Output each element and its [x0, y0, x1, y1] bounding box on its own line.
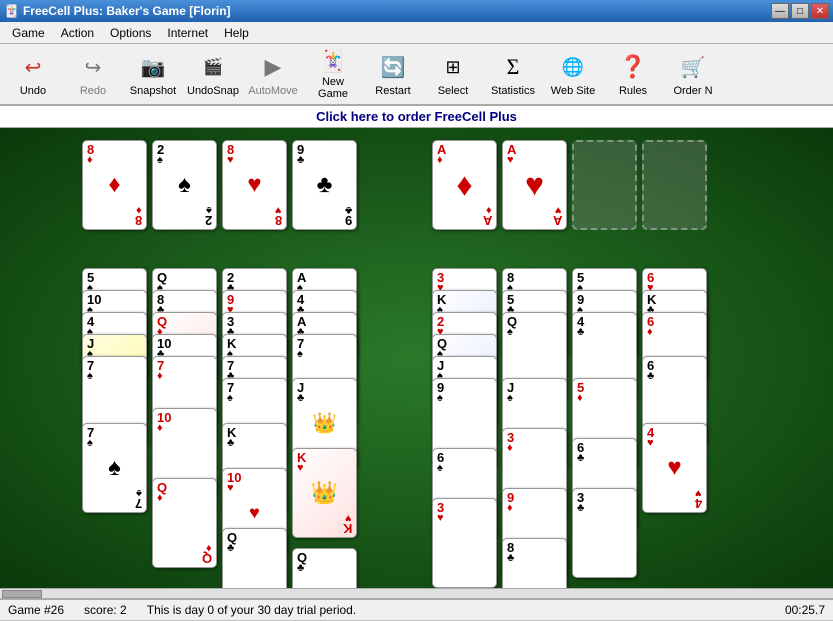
trial-message: This is day 0 of your 30 day trial perio…: [147, 603, 356, 617]
col5-card8[interactable]: 3 ♥: [432, 498, 497, 588]
game-number: Game #26: [8, 603, 64, 617]
snapshot-button[interactable]: 📷 Snapshot: [124, 46, 182, 102]
freecell-2[interactable]: 2 ♠ ♠ 2 ♠: [152, 140, 217, 230]
freecell-3[interactable]: 8 ♥ ♥ 8 ♥: [222, 140, 287, 230]
col2-card7[interactable]: Q ♦ Q ♦: [152, 478, 217, 568]
horizontal-scrollbar[interactable]: [0, 588, 833, 598]
rules-label: Rules: [619, 85, 647, 97]
undo-icon: ↩: [17, 51, 49, 83]
game-area[interactable]: 8 ♦ ♦ 8 ♦ 2 ♠ ♠ 2 ♠ 8 ♥ ♥ 8 ♥ 9 ♣ ♣ 9 ♣ …: [0, 128, 833, 588]
undo-button[interactable]: ↩ Undo: [4, 46, 62, 102]
website-icon: 🌐: [557, 51, 589, 83]
maximize-button[interactable]: □: [791, 3, 809, 19]
menu-internet[interactable]: Internet: [159, 24, 216, 42]
redo-icon: ↪: [77, 51, 109, 83]
rules-button[interactable]: ❓ Rules: [604, 46, 662, 102]
restart-label: Restart: [375, 85, 410, 97]
col1-card6[interactable]: 7 ♠ ♠ 7 ♠: [82, 423, 147, 513]
title-bar-controls[interactable]: — □ ✕: [771, 3, 829, 19]
statistics-icon: Σ: [497, 51, 529, 83]
freecell-1[interactable]: 8 ♦ ♦ 8 ♦: [82, 140, 147, 230]
statistics-button[interactable]: Σ Statistics: [484, 46, 542, 102]
col6-card7[interactable]: 8 ♣: [502, 538, 567, 588]
banner-text: Click here to order FreeCell Plus: [316, 109, 517, 124]
select-button[interactable]: ⊞ Select: [424, 46, 482, 102]
toolbar: ↩ Undo ↪ Redo 📷 Snapshot 🎬 UndoSnap ▶ Au…: [0, 44, 833, 106]
undo-label: Undo: [20, 85, 46, 97]
automove-label: AutoMove: [248, 85, 298, 97]
snapshot-icon: 📷: [137, 51, 169, 83]
restart-button[interactable]: 🔄 Restart: [364, 46, 422, 102]
foundation-2[interactable]: A ♥ ♥ A ♥: [502, 140, 567, 230]
order-icon: 🛒: [677, 51, 709, 83]
freecell-4[interactable]: 9 ♣ ♣ 9 ♣: [292, 140, 357, 230]
title-bar-left: 🃏 FreeCell Plus: Baker's Game [Florin]: [4, 4, 231, 18]
redo-label: Redo: [80, 85, 106, 97]
newgame-label: New Game: [307, 76, 359, 100]
undosnap-label: UndoSnap: [187, 85, 239, 97]
restart-icon: 🔄: [377, 51, 409, 83]
order-banner[interactable]: Click here to order FreeCell Plus: [0, 106, 833, 128]
undosnap-button[interactable]: 🎬 UndoSnap: [184, 46, 242, 102]
snapshot-label: Snapshot: [130, 85, 176, 97]
title-bar: 🃏 FreeCell Plus: Baker's Game [Florin] —…: [0, 0, 833, 22]
undosnap-icon: 🎬: [197, 51, 229, 83]
window-title: FreeCell Plus: Baker's Game [Florin]: [23, 4, 231, 18]
redo-button[interactable]: ↪ Redo: [64, 46, 122, 102]
timer: 00:25.7: [785, 603, 825, 617]
score: score: 2: [84, 603, 127, 617]
col3-card9[interactable]: Q ♣: [222, 528, 287, 588]
col4-card7[interactable]: Q ♣ Q ♣: [292, 548, 357, 588]
select-label: Select: [438, 85, 469, 97]
website-label: Web Site: [551, 85, 595, 97]
minimize-button[interactable]: —: [771, 3, 789, 19]
menu-options[interactable]: Options: [102, 24, 159, 42]
foundation-3[interactable]: [572, 140, 637, 230]
status-bar: Game #26 score: 2 This is day 0 of your …: [0, 598, 833, 620]
website-button[interactable]: 🌐 Web Site: [544, 46, 602, 102]
newgame-icon: 🃏: [317, 48, 349, 74]
rules-icon: ❓: [617, 51, 649, 83]
menu-game[interactable]: Game: [4, 24, 53, 42]
col7-card6[interactable]: 3 ♣: [572, 488, 637, 578]
order-label: Order N: [673, 85, 712, 97]
statistics-label: Statistics: [491, 85, 535, 97]
newgame-button[interactable]: 🃏 New Game: [304, 46, 362, 102]
order-button[interactable]: 🛒 Order N: [664, 46, 722, 102]
menu-bar: Game Action Options Internet Help: [0, 22, 833, 44]
menu-action[interactable]: Action: [53, 24, 102, 42]
close-button[interactable]: ✕: [811, 3, 829, 19]
automove-button[interactable]: ▶ AutoMove: [244, 46, 302, 102]
app-icon: 🃏: [4, 4, 19, 18]
automove-icon: ▶: [257, 51, 289, 83]
select-icon: ⊞: [437, 51, 469, 83]
foundation-4[interactable]: [642, 140, 707, 230]
col4-card6[interactable]: K ♥ 👑 K ♥: [292, 448, 357, 538]
menu-help[interactable]: Help: [216, 24, 257, 42]
foundation-1[interactable]: A ♦ ♦ A ♦: [432, 140, 497, 230]
col8-card5[interactable]: 4 ♥ ♥ 4 ♥: [642, 423, 707, 513]
